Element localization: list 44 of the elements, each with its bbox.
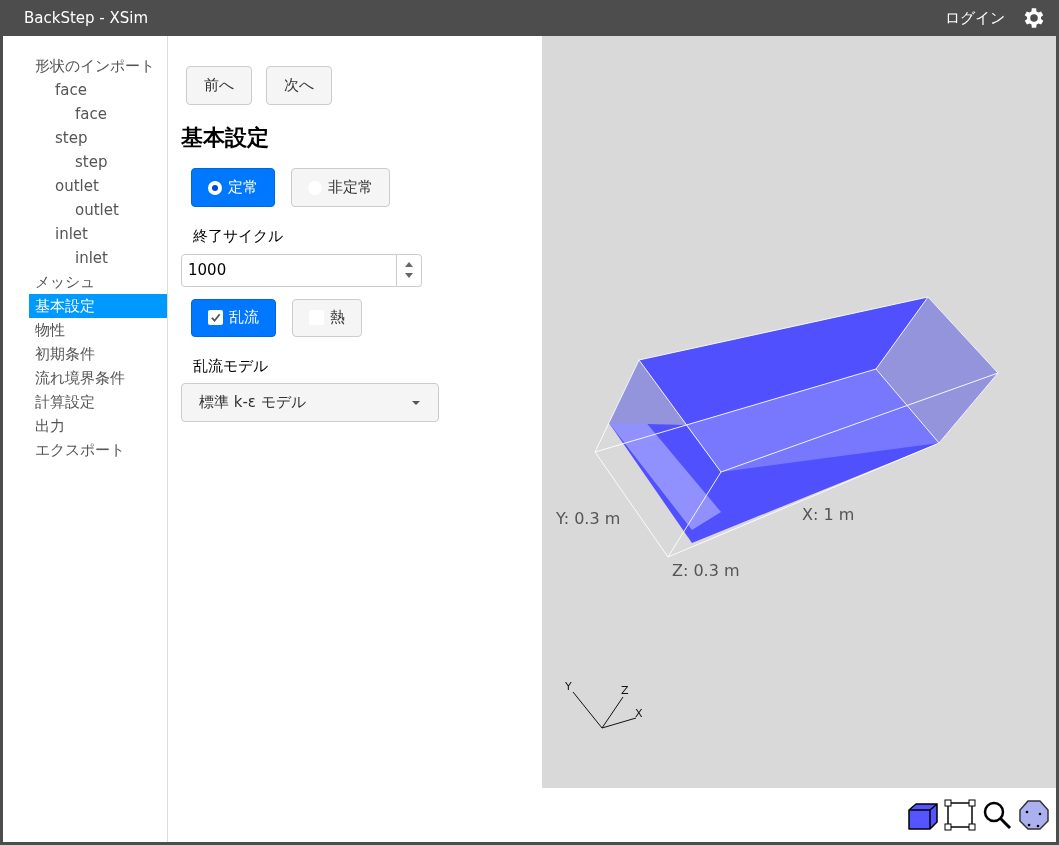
spin-down-icon[interactable] <box>405 273 413 278</box>
sidebar-item[interactable]: face <box>29 78 167 102</box>
sidebar-item[interactable]: 流れ境界条件 <box>29 366 167 390</box>
sidebar-item[interactable]: face <box>29 102 167 126</box>
window-title: BackStep - XSim <box>24 7 149 29</box>
axis-label: X <box>635 707 643 720</box>
sidebar-item[interactable]: inlet <box>29 246 167 270</box>
cube-icon[interactable] <box>908 800 938 830</box>
sidebar-item[interactable]: inlet <box>29 222 167 246</box>
nav-button[interactable]: 前へ <box>186 66 252 105</box>
section-heading: 基本設定 <box>181 124 270 152</box>
field-label: 終了サイクル <box>192 226 284 247</box>
sidebar-item[interactable]: 物性 <box>29 318 167 342</box>
dimension-label: Z: 0.3 m <box>672 561 740 580</box>
sidebar-item[interactable]: outlet <box>29 198 167 222</box>
sidebar-item[interactable]: エクスポート <box>29 438 167 462</box>
sidebar-item[interactable]: 出力 <box>29 414 167 438</box>
sidebar-item[interactable]: 初期条件 <box>29 342 167 366</box>
dimension-label: X: 1 m <box>802 505 855 524</box>
dimension-label: Y: 0.3 m <box>556 509 621 528</box>
caret-icon <box>412 400 420 405</box>
axis-label: Y <box>565 680 572 693</box>
spin-up-icon[interactable] <box>405 262 413 267</box>
model-dropdown[interactable]: 標準 k-ε モデル <box>181 383 439 422</box>
radio-button[interactable]: 非定常 <box>291 168 390 207</box>
nav-button[interactable]: 次へ <box>266 66 332 105</box>
sidebar-item[interactable]: メッシュ <box>29 270 167 294</box>
axis-label: Z <box>621 684 629 697</box>
sidebar-item[interactable]: 形状のインポート <box>29 54 167 78</box>
sidebar-item[interactable]: step <box>29 150 167 174</box>
login-link[interactable]: ログイン <box>945 6 1005 30</box>
viewer-canvas[interactable]: Y: 0.3 m Z: 0.3 m X: 1 m Y Z X <box>542 36 1056 788</box>
checkbox-button[interactable]: 乱流 <box>191 298 276 337</box>
radio-button[interactable]: 定常 <box>191 168 275 207</box>
sidebar-item[interactable]: outlet <box>29 174 167 198</box>
bounding-box-icon[interactable] <box>944 799 976 831</box>
check-icon <box>210 312 221 323</box>
checkbox-button[interactable]: 熱 <box>292 298 362 337</box>
sidebar-item[interactable]: 計算設定 <box>29 390 167 414</box>
number-field[interactable]: 1000 <box>181 253 397 287</box>
polyhedron-icon[interactable] <box>1018 799 1050 831</box>
field-label: 乱流モデル <box>192 355 269 377</box>
search-icon[interactable] <box>982 800 1012 830</box>
sidebar-item[interactable]: step <box>29 126 167 150</box>
